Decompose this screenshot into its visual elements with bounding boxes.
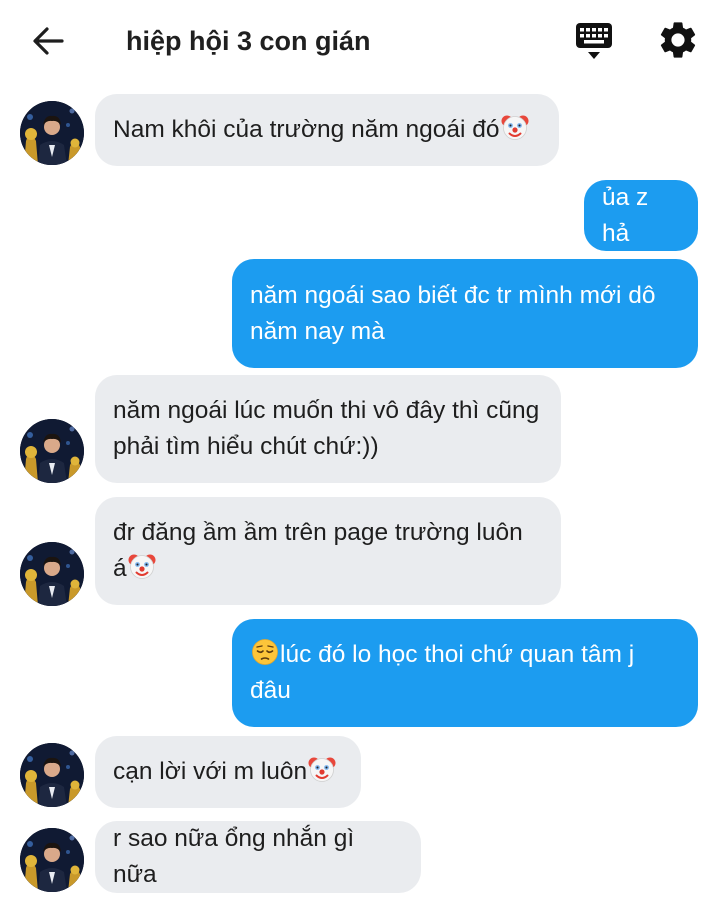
pensive-emoji-icon — [250, 637, 280, 667]
avatar-image — [20, 743, 84, 807]
message-text: năm ngoái sao biết đc tr mình mới dô năm… — [250, 281, 656, 345]
settings-button[interactable] — [656, 18, 700, 62]
avatar-image — [20, 542, 84, 606]
message-text: r sao nữa ổng nhắn gì nữa — [113, 825, 355, 888]
message-bubble-outgoing[interactable]: lúc đó lo học thoi chứ quan tâm j đâu — [232, 619, 698, 727]
clown-emoji-icon — [127, 551, 157, 581]
keyboard-button[interactable] — [572, 20, 616, 62]
avatar-image — [20, 101, 84, 165]
avatar[interactable] — [20, 101, 84, 165]
clown-emoji-icon — [307, 754, 337, 784]
message-bubble-incoming[interactable]: đr đăng ầm ầm trên page trường luôn á — [95, 497, 561, 605]
chat-header: hiệp hội 3 con gián — [0, 0, 720, 82]
avatar-image — [20, 828, 84, 892]
back-button[interactable] — [28, 22, 68, 60]
message-text: lúc đó lo học thoi chứ quan tâm j đâu — [250, 637, 680, 709]
message-bubble-outgoing[interactable]: năm ngoái sao biết đc tr mình mới dô năm… — [232, 259, 698, 368]
avatar[interactable] — [20, 743, 84, 807]
avatar[interactable] — [20, 419, 84, 483]
gear-icon — [660, 22, 696, 58]
message-text: Nam khôi của trường năm ngoái đó — [113, 112, 530, 148]
avatar[interactable] — [20, 542, 84, 606]
message-bubble-incoming[interactable]: cạn lời với m luôn — [95, 736, 361, 808]
arrow-left-icon — [33, 27, 64, 55]
message-bubble-incoming[interactable]: Nam khôi của trường năm ngoái đó — [95, 94, 559, 166]
avatar[interactable] — [20, 828, 84, 892]
avatar-image — [20, 419, 84, 483]
message-bubble-incoming[interactable]: r sao nữa ổng nhắn gì nữa — [95, 821, 421, 893]
message-text: cạn lời với m luôn — [113, 754, 337, 790]
message-bubble-outgoing[interactable]: ủa z hả — [584, 180, 698, 251]
keyboard-icon — [576, 23, 612, 59]
message-text: năm ngoái lúc muốn thi vô đây thì cũng p… — [113, 397, 540, 460]
message-text: đr đăng ầm ầm trên page trường luôn á — [113, 519, 523, 582]
clown-emoji-icon — [500, 112, 530, 142]
message-text: ủa z hả — [602, 183, 649, 247]
message-bubble-incoming[interactable]: năm ngoái lúc muốn thi vô đây thì cũng p… — [95, 375, 561, 483]
conversation-title: hiệp hội 3 con gián — [126, 26, 371, 56]
